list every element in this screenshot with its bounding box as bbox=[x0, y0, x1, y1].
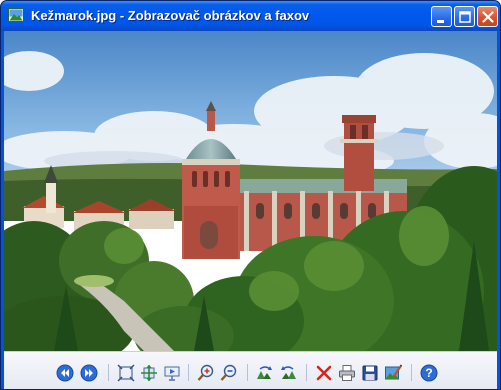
rotate-clockwise-icon bbox=[257, 366, 272, 379]
actual-size-icon bbox=[141, 365, 157, 381]
best-fit-icon bbox=[117, 364, 135, 382]
save-copy-icon bbox=[362, 365, 378, 381]
rotate-counterclockwise-button[interactable] bbox=[279, 364, 297, 382]
zoom-in-button[interactable] bbox=[197, 364, 215, 382]
help-icon: ? bbox=[420, 364, 438, 382]
open-for-editing-button[interactable] bbox=[384, 364, 402, 382]
minimize-button[interactable] bbox=[431, 6, 452, 27]
toolbar-separator bbox=[188, 364, 189, 381]
open-for-editing-icon bbox=[385, 364, 402, 380]
image-display-area[interactable] bbox=[4, 31, 497, 351]
toolbar-separator bbox=[411, 364, 412, 381]
slideshow-button[interactable] bbox=[163, 364, 181, 382]
rotate-counterclockwise-icon bbox=[281, 366, 296, 379]
previous-image-icon bbox=[56, 364, 74, 382]
toolbar-separator bbox=[306, 364, 307, 381]
next-image-button[interactable] bbox=[80, 364, 98, 382]
next-image-icon bbox=[80, 364, 98, 382]
photo-town-church bbox=[4, 31, 497, 351]
zoom-out-icon bbox=[220, 364, 237, 381]
zoom-out-button[interactable] bbox=[220, 364, 238, 382]
slideshow-icon bbox=[164, 366, 180, 381]
toolbar-separator bbox=[108, 364, 109, 381]
actual-size-button[interactable] bbox=[140, 364, 158, 382]
close-button[interactable] bbox=[477, 6, 498, 27]
previous-image-button[interactable] bbox=[56, 364, 74, 382]
close-icon bbox=[482, 11, 494, 23]
rotate-clockwise-button[interactable] bbox=[256, 364, 274, 382]
maximize-icon bbox=[459, 11, 471, 23]
svg-text:?: ? bbox=[425, 366, 432, 380]
toolbar-separator bbox=[247, 364, 248, 381]
image-viewer-window: Kežmarok.jpg - Zobrazovač obrázkov a fax… bbox=[0, 0, 501, 390]
app-image-icon bbox=[8, 8, 24, 22]
help-button[interactable]: ? bbox=[420, 364, 438, 382]
minimize-icon bbox=[437, 20, 444, 23]
zoom-in-icon bbox=[197, 364, 214, 381]
print-button[interactable] bbox=[338, 364, 356, 382]
save-copy-button[interactable] bbox=[361, 364, 379, 382]
print-icon bbox=[339, 365, 355, 381]
maximize-button[interactable] bbox=[454, 6, 475, 27]
delete-icon bbox=[316, 365, 332, 381]
viewer-toolbar: ? bbox=[4, 351, 497, 389]
window-title: Kežmarok.jpg - Zobrazovač obrázkov a fax… bbox=[31, 8, 310, 23]
title-bar[interactable]: Kežmarok.jpg - Zobrazovač obrázkov a fax… bbox=[1, 1, 500, 31]
best-fit-button[interactable] bbox=[117, 364, 135, 382]
delete-button[interactable] bbox=[315, 364, 333, 382]
